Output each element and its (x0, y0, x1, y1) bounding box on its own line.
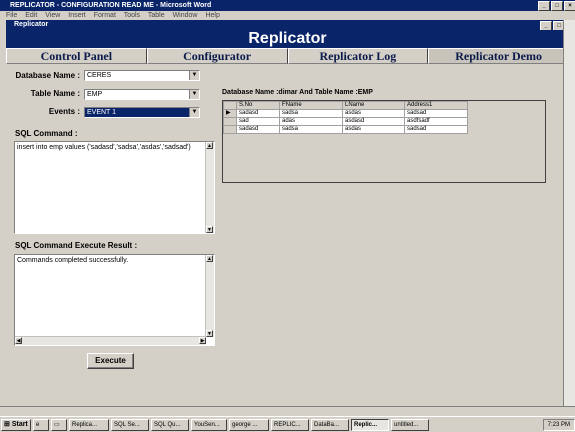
database-value: CERES (87, 72, 112, 79)
table-cell[interactable]: asdfsadf (404, 117, 468, 126)
chevron-down-icon[interactable]: ▼ (189, 108, 199, 117)
word-status-bar (0, 406, 575, 416)
close-icon[interactable]: × (564, 1, 575, 11)
menu-insert[interactable]: Insert (68, 12, 86, 19)
column-header[interactable]: S.No (236, 101, 280, 110)
taskbar-item[interactable]: SQL Se... (111, 418, 149, 431)
data-table: S.No FName LName Address1 ▶ sadasd sadsa… (223, 101, 468, 134)
app-title-bar: Replicator (6, 20, 569, 30)
column-header[interactable]: LName (342, 101, 405, 110)
table-cell[interactable]: adas (279, 117, 343, 126)
tab-configurator[interactable]: Configurator (146, 48, 288, 64)
scroll-down-icon[interactable]: ▼ (206, 330, 213, 337)
menu-help[interactable]: Help (205, 12, 219, 19)
chevron-down-icon[interactable]: ▼ (189, 71, 199, 80)
database-select[interactable]: CERES ▼ (84, 70, 200, 81)
table-cell[interactable]: sadsad (404, 125, 468, 134)
events-value: EVENT 1 (87, 109, 117, 116)
table-cell[interactable]: asdas (342, 125, 405, 134)
word-vertical-scrollbar[interactable] (563, 20, 575, 406)
quick-launch-desktop-icon[interactable]: ▭ (51, 418, 67, 431)
clock[interactable]: 7:23 PM (548, 422, 570, 428)
table-row[interactable]: ▶ sadasd sadsa asdas sadsad (223, 109, 468, 118)
tab-bar: Control Panel Configurator Replicator Lo… (6, 48, 569, 64)
menu-edit[interactable]: Edit (25, 12, 37, 19)
taskbar-item-active[interactable]: Replic... (351, 418, 389, 431)
table-cell[interactable]: sadasd (236, 109, 280, 118)
table-cell[interactable]: sadasd (236, 125, 280, 134)
app-banner: Replicator (6, 30, 569, 48)
database-label: Database Name : (15, 71, 80, 80)
result-output[interactable]: Commands completed successfully. ▲ ▼ ◀ ▶ (14, 254, 215, 346)
grid-caption: Database Name :dimar And Table Name :EMP (222, 89, 373, 96)
start-button[interactable]: ⊞ Start (1, 418, 31, 431)
taskbar-item[interactable]: DataBa... (311, 418, 349, 431)
tab-replicator-log[interactable]: Replicator Log (287, 48, 429, 64)
taskbar-item[interactable]: george ... (229, 418, 269, 431)
scroll-up-icon[interactable]: ▲ (206, 255, 213, 262)
result-hscrollbar[interactable]: ◀ ▶ (15, 336, 206, 345)
chevron-down-icon[interactable]: ▼ (189, 90, 199, 99)
row-selector[interactable] (223, 117, 237, 126)
table-select[interactable]: EMP ▼ (84, 89, 200, 100)
word-window-controls: _ □ × (538, 1, 575, 11)
tab-replicator-demo[interactable]: Replicator Demo (428, 48, 569, 64)
table-header-row: S.No FName LName Address1 (223, 101, 468, 110)
quick-launch-ie-icon[interactable]: e (33, 418, 49, 431)
table-cell[interactable]: sadsa (279, 125, 343, 134)
result-vscrollbar[interactable]: ▲ ▼ (205, 255, 214, 337)
execute-button[interactable]: Execute (87, 353, 134, 369)
result-label: SQL Command Execute Result : (15, 241, 138, 250)
menu-tools[interactable]: Tools (124, 12, 140, 19)
column-header[interactable]: FName (279, 101, 343, 110)
table-cell[interactable]: asdas (342, 109, 405, 118)
taskbar-item[interactable]: untitled... (391, 418, 429, 431)
scroll-up-icon[interactable]: ▲ (206, 142, 213, 149)
word-title-bar: REPLICATOR - CONFIGURATION READ ME - Mic… (0, 0, 575, 11)
system-tray: 7:23 PM (542, 418, 575, 431)
sql-command-label: SQL Command : (15, 129, 78, 138)
table-cell[interactable]: sad (236, 117, 280, 126)
menu-file[interactable]: File (6, 12, 17, 19)
table-row[interactable]: sadasd sadsa asdas sadsad (223, 125, 468, 134)
result-text: Commands completed successfully. (17, 257, 129, 264)
menu-format[interactable]: Format (94, 12, 116, 19)
table-cell[interactable]: sadsa (279, 109, 343, 118)
events-select[interactable]: EVENT 1 ▼ (84, 107, 200, 118)
minimize-icon[interactable]: _ (538, 1, 550, 11)
menu-window[interactable]: Window (173, 12, 198, 19)
table-row[interactable]: sad adas asdasd asdfsadf (223, 117, 468, 126)
data-grid[interactable]: S.No FName LName Address1 ▶ sadasd sadsa… (222, 100, 546, 183)
tab-control-panel[interactable]: Control Panel (6, 48, 147, 64)
row-selector-header (223, 101, 237, 110)
start-label: Start (11, 420, 28, 428)
scroll-left-icon[interactable]: ◀ (15, 337, 22, 344)
taskbar-item[interactable]: YouSen... (191, 418, 227, 431)
scroll-right-icon[interactable]: ▶ (199, 337, 206, 344)
sql-command-input[interactable]: insert into emp values ('sadasd','sadsa'… (14, 141, 215, 234)
row-selector[interactable] (223, 125, 237, 134)
maximize-icon[interactable]: □ (551, 1, 563, 11)
taskbar-item[interactable]: REPLIC... (271, 418, 309, 431)
scroll-down-icon[interactable]: ▼ (206, 226, 213, 233)
table-cell[interactable]: asdasd (342, 117, 405, 126)
menu-view[interactable]: View (45, 12, 60, 19)
taskbar-item[interactable]: SQL Qu... (151, 418, 189, 431)
sql-command-text: insert into emp values ('sadasd','sadsa'… (17, 144, 191, 151)
table-value: EMP (87, 91, 103, 98)
table-label: Table Name : (30, 89, 80, 98)
table-cell[interactable]: sadsad (404, 109, 468, 118)
taskbar-item[interactable]: Replica... (69, 418, 109, 431)
sql-command-scrollbar[interactable]: ▲ ▼ (205, 142, 214, 233)
menu-table[interactable]: Table (148, 12, 165, 19)
column-header[interactable]: Address1 (404, 101, 468, 110)
events-label: Events : (48, 107, 80, 116)
taskbar: ⊞ Start e ▭ Replica... SQL Se... SQL Qu.… (0, 416, 575, 432)
row-pointer-icon[interactable]: ▶ (223, 109, 237, 118)
word-menu-bar: File Edit View Insert Format Tools Table… (0, 11, 575, 20)
